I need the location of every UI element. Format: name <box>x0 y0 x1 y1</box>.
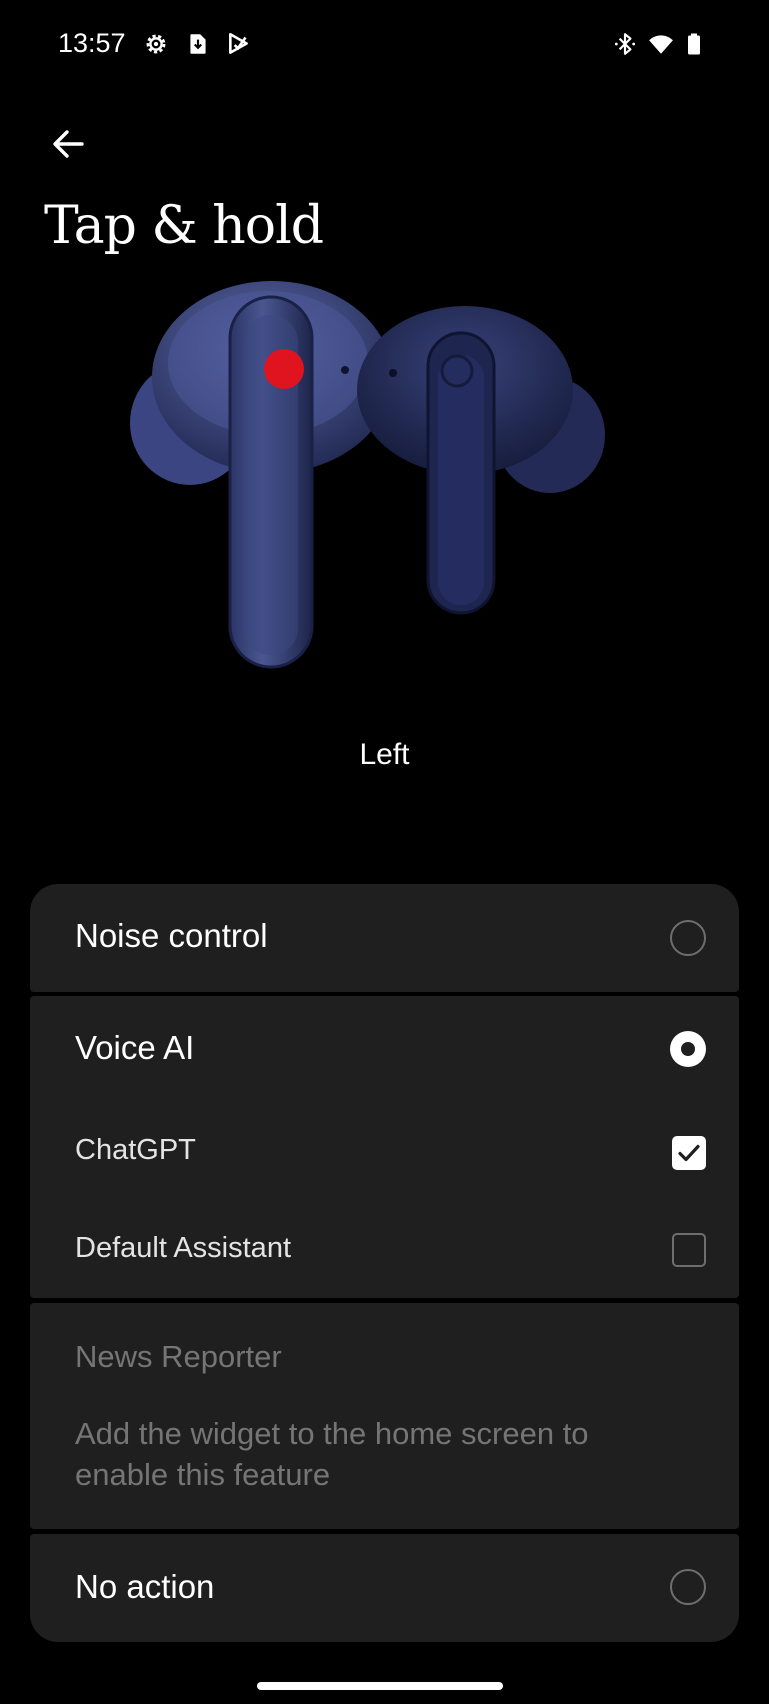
status-bar: 13:57 <box>0 0 769 90</box>
no-action-label: No action <box>75 1568 215 1605</box>
chatgpt-option[interactable]: ChatGPT <box>30 1104 739 1202</box>
news-reporter-label: News Reporter <box>75 1339 282 1374</box>
home-indicator[interactable] <box>257 1682 503 1690</box>
settings-icon <box>143 31 169 57</box>
play-store-icon <box>226 31 252 57</box>
status-time: 13:57 <box>58 28 126 58</box>
page-title: Tap & hold <box>44 196 324 256</box>
voice-ai-radio[interactable] <box>670 1031 706 1067</box>
news-reporter-option: News Reporter Add the widget to the home… <box>30 1303 739 1529</box>
voice-ai-label: Voice AI <box>75 1029 195 1066</box>
noise-control-option[interactable]: Noise control <box>30 884 739 992</box>
default-assistant-option[interactable]: Default Assistant <box>30 1202 739 1298</box>
no-action-option[interactable]: No action <box>30 1534 739 1642</box>
bluetooth-icon <box>612 31 638 57</box>
checkmark-icon <box>678 1144 700 1162</box>
highlight-dot <box>264 349 304 389</box>
default-assistant-checkbox[interactable] <box>672 1233 706 1267</box>
default-assistant-label: Default Assistant <box>75 1232 291 1264</box>
noise-control-label: Noise control <box>75 917 268 954</box>
side-label: Left <box>359 738 410 771</box>
noise-control-radio[interactable] <box>670 920 706 956</box>
arrow-left-icon <box>53 130 84 158</box>
wifi-icon <box>646 31 676 57</box>
voice-ai-group: Voice AI ChatGPT Default Assistant <box>30 996 739 1298</box>
earbuds-image <box>120 275 620 705</box>
voice-ai-option[interactable]: Voice AI <box>30 996 739 1104</box>
chatgpt-checkbox[interactable] <box>672 1136 706 1170</box>
no-action-radio[interactable] <box>670 1569 706 1605</box>
back-button[interactable] <box>44 120 92 168</box>
download-icon <box>185 31 211 57</box>
news-reporter-description: Add the widget to the home screen to ena… <box>75 1416 589 1492</box>
chatgpt-label: ChatGPT <box>75 1134 196 1166</box>
battery-icon <box>682 31 706 57</box>
